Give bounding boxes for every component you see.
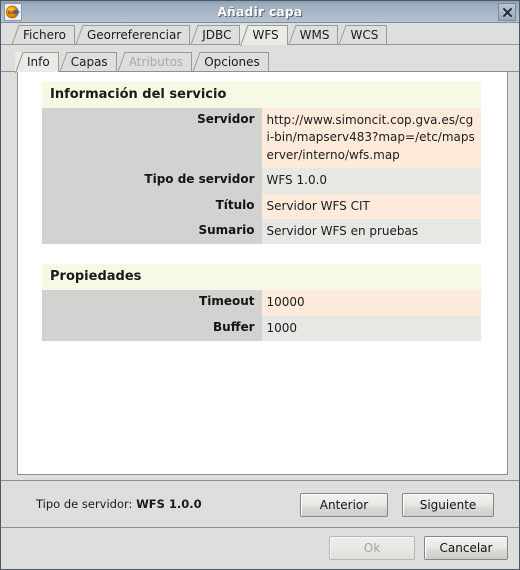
subtab-atributos: Atributos [116,52,193,72]
cancel-button-label: Cancelar [439,541,493,555]
table-row: Título Servidor WFS CIT [42,193,481,219]
table-section-header: Información del servicio [42,82,481,108]
row-value-titulo: Servidor WFS CIT [261,193,481,219]
tab-wms-label: WMS [299,28,330,42]
subtab-info[interactable]: Info [15,52,59,72]
subtab-opciones[interactable]: Opciones [192,52,269,72]
table-section-header: Propiedades [42,264,481,291]
window-title: Añadir capa [217,4,303,19]
tab-jdbc-label: JDBC [202,28,232,42]
dialog-button-bar: Ok Cancelar [1,527,519,569]
table-row: Tipo de servidor WFS 1.0.0 [42,168,481,194]
row-key-buffer: Buffer [42,315,262,342]
subtab-opciones-label: Opciones [204,55,260,69]
subtab-capas[interactable]: Capas [58,52,117,72]
tab-fichero[interactable]: Fichero [11,25,75,45]
tab-wcs[interactable]: WCS [338,25,388,45]
cancel-button[interactable]: Cancelar [424,536,508,560]
ok-button: Ok [329,536,415,560]
row-key-servidor: Servidor [42,108,262,169]
table-row: Buffer 1000 [42,315,481,342]
tab-wfs[interactable]: WFS [240,25,288,45]
row-value-tipo-servidor: WFS 1.0.0 [261,168,481,194]
source-type-tabs: Fichero Georreferenciar JDBC WFS WMS WCS [1,23,519,45]
table-row: Sumario Servidor WFS en pruebas [42,218,481,245]
tab-jdbc[interactable]: JDBC [190,25,241,45]
row-key-titulo: Título [42,193,262,219]
next-button[interactable]: Siguiente [402,493,494,517]
wfs-subtabs: Info Capas Atributos Opciones [1,51,519,72]
add-layer-dialog: SIG Añadir capa Fichero Georreferenciar … [0,0,520,570]
tab-fichero-label: Fichero [23,28,66,42]
status-value: WFS 1.0.0 [136,497,202,511]
close-icon[interactable] [498,3,516,21]
row-key-sumario: Sumario [42,218,262,245]
previous-button[interactable]: Anterior [300,493,388,517]
service-info-table: Información del servicio Servidor http:/… [42,82,481,245]
row-value-timeout: 10000 [261,290,481,316]
subtab-atributos-label: Atributos [128,55,184,69]
next-button-label: Siguiente [419,498,477,512]
table-row: Timeout 10000 [42,290,481,316]
tab-wfs-label: WFS [252,28,279,42]
subtab-info-label: Info [27,55,50,69]
properties-title: Propiedades [42,264,481,291]
ok-button-label: Ok [363,541,381,555]
title-bar: SIG Añadir capa [1,1,519,23]
status-server-type: Tipo de servidor: WFS 1.0.0 [36,497,202,511]
tab-wms[interactable]: WMS [287,25,339,45]
sig-logo-icon: SIG [4,3,22,21]
tab-wcs-label: WCS [350,28,379,42]
properties-table: Propiedades Timeout 10000 Buffer 1000 [42,264,481,342]
previous-button-label: Anterior [319,498,369,512]
info-content-panel: Información del servicio Servidor http:/… [17,72,508,475]
row-value-buffer: 1000 [261,315,481,342]
row-value-servidor: http://www.simoncit.cop.gva.es/cgi-bin/m… [261,108,481,169]
row-key-timeout: Timeout [42,290,262,316]
wfs-panel: Info Capas Atributos Opciones Informació… [1,45,519,527]
tab-georreferenciar-label: Georreferenciar [86,28,182,42]
table-row: Servidor http://www.simoncit.cop.gva.es/… [42,108,481,169]
subtab-capas-label: Capas [70,55,108,69]
row-key-tipo-servidor: Tipo de servidor [42,168,262,194]
service-info-title: Información del servicio [42,82,481,108]
tab-georreferenciar[interactable]: Georreferenciar [74,25,191,45]
row-value-sumario: Servidor WFS en pruebas [261,218,481,245]
status-label: Tipo de servidor: [36,497,133,511]
